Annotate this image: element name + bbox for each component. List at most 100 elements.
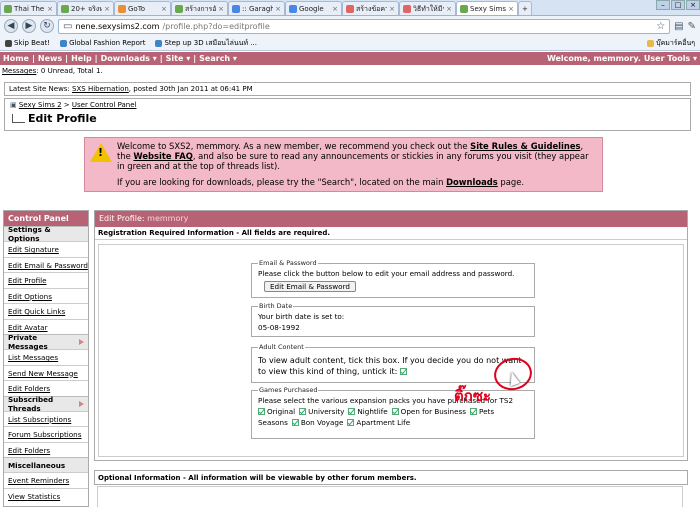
welcome-text-d: If you are looking for downloads, please… (117, 177, 447, 187)
tab-close-icon[interactable]: × (332, 5, 338, 13)
browser-tab[interactable]: Google × (285, 1, 342, 15)
browser-tab[interactable]: 20+ จริงหน้า× (57, 1, 114, 15)
sidebar-section: Private Messages (4, 333, 88, 351)
website-faq-link[interactable]: Website FAQ (133, 151, 192, 161)
star-icon[interactable]: ☆ (656, 21, 665, 32)
game-checkbox[interactable] (348, 408, 356, 415)
sidebar-item[interactable]: Edit Avatar (4, 318, 88, 335)
game-option[interactable]: Nightlife (348, 407, 388, 416)
browser-tab[interactable]: สร้างข้อความ× (342, 1, 399, 15)
game-option[interactable]: Bon Voyage (291, 418, 343, 427)
tab-close-icon[interactable]: × (47, 5, 53, 13)
game-checkbox[interactable] (299, 408, 307, 415)
sidebar-item[interactable]: Send New Message (4, 364, 88, 381)
tab-close-icon[interactable]: × (161, 5, 167, 13)
forward-icon[interactable]: ▶ (22, 19, 36, 33)
new-tab-button[interactable]: + (518, 1, 532, 15)
sidebar-item[interactable]: List Subscriptions (4, 410, 88, 427)
page-menu-icon[interactable]: ▤ (674, 21, 683, 32)
nav-link[interactable]: News (38, 54, 62, 63)
tab-label: สร้างการอัตูม ฟุ๊ก (185, 4, 217, 13)
site-rules-link[interactable]: Site Rules & Guidelines (470, 141, 580, 151)
optional-info-label: Optional Information - All information w… (94, 470, 688, 485)
welcome-notice: ! Welcome to SXS2, memmory. As a new mem… (84, 137, 603, 192)
wrench-icon[interactable]: ✎ (688, 21, 696, 32)
tab-favicon-icon (118, 5, 126, 13)
messages-link[interactable]: Messages (2, 67, 36, 75)
browser-tab[interactable]: GoTo × (114, 1, 171, 15)
game-option[interactable]: University (299, 407, 344, 416)
maximize-icon[interactable]: □ (671, 0, 685, 10)
game-option[interactable]: Apartment Life (347, 418, 410, 427)
tab-label: สร้างข้อความ (356, 4, 387, 13)
sidebar-item[interactable]: Edit Profile (4, 272, 88, 288)
sidebar-item[interactable]: List Messages (4, 349, 88, 365)
messages-line: Messages: 0 Unread, Total 1. (2, 67, 103, 75)
tab-close-icon[interactable]: × (508, 5, 514, 13)
tab-close-icon[interactable]: × (446, 5, 452, 13)
games-purchased-group: Games Purchased Please select the variou… (251, 386, 535, 439)
sidebar-item[interactable]: View Statistics (4, 487, 88, 504)
reload-icon[interactable]: ↻ (40, 19, 54, 33)
tab-close-icon[interactable]: × (218, 5, 224, 13)
sidebar-item[interactable]: Edit Signature (4, 241, 88, 257)
bookmark-item[interactable]: Global Fashion Report (60, 39, 145, 47)
game-option[interactable]: Seasons (258, 418, 288, 427)
tab-close-icon[interactable]: × (389, 5, 395, 13)
news-link[interactable]: SXS Hibernation (72, 85, 129, 93)
nav-link[interactable]: Site ▾ (166, 54, 191, 63)
bookmark-favicon-icon (5, 39, 12, 47)
user-tools-menu[interactable]: User Tools ▾ (644, 54, 697, 63)
nav-link[interactable]: Home (3, 54, 29, 63)
nav-link[interactable]: Downloads ▾ (101, 54, 157, 63)
breadcrumb-user-control-panel[interactable]: User Control Panel (72, 101, 137, 109)
back-icon[interactable]: ◀ (4, 19, 18, 33)
sidebar-item[interactable]: Edit Folders (4, 441, 88, 458)
close-window-icon[interactable]: × (686, 0, 700, 10)
browser-tab[interactable]: Thai The Sim× (0, 1, 57, 15)
sidebar-item[interactable]: Edit Quick Links (4, 303, 88, 319)
minimize-icon[interactable]: – (656, 0, 670, 10)
game-checkbox[interactable] (391, 408, 399, 415)
browser-tab[interactable]: วิธีทำให้มีรหา× (399, 1, 456, 15)
tab-close-icon[interactable]: × (104, 5, 110, 13)
breadcrumb-sexy-sims[interactable]: Sexy Sims 2 (19, 101, 62, 109)
sidebar-item[interactable]: Edit Folders (4, 380, 88, 396)
bookmark-item[interactable]: Skip Beat! (5, 39, 50, 47)
edit-email-password-button[interactable]: Edit Email & Password (264, 281, 356, 292)
collapse-arrow-icon[interactable] (79, 400, 84, 407)
game-option[interactable]: Open for Business (391, 407, 466, 416)
url-bar[interactable]: ▭ nene.sexysims2.com/profile.php?do=edit… (58, 18, 671, 34)
site-nav-right: Welcome, memmory. User Tools ▾ (547, 54, 697, 63)
browser-tab[interactable]: :: Garagha× (228, 1, 285, 15)
tab-favicon-icon (232, 5, 240, 13)
tab-label: วิธีทำให้มีรหา (413, 4, 444, 13)
email-legend: Email & Password (259, 259, 317, 267)
required-info-body: Email & Password Please click the button… (98, 244, 684, 457)
news-date: , posted 30th Jan 2011 at 06:41 PM (128, 85, 253, 93)
game-option[interactable]: Pets (470, 407, 494, 416)
birth-text: Your birth date is set to: (258, 312, 345, 321)
browser-tab[interactable]: สร้างการอัตูม ฟุ๊ก× (171, 1, 228, 15)
tab-close-icon[interactable]: × (275, 5, 281, 13)
folder-small-icon: ▣ (10, 101, 17, 109)
game-label: Nightlife (357, 407, 388, 416)
game-option[interactable]: Original (258, 407, 295, 416)
sidebar-item[interactable]: Forum Subscriptions (4, 426, 88, 442)
nav-link[interactable]: Help (71, 54, 92, 63)
game-checkbox[interactable] (470, 408, 478, 415)
collapse-arrow-icon[interactable] (79, 339, 84, 345)
other-bookmarks[interactable]: บุ๊คมาร์คอื่นๆ (647, 38, 695, 49)
sidebar-item[interactable]: Event Reminders (4, 472, 88, 488)
bookmark-favicon-icon (155, 39, 163, 47)
nav-link[interactable]: Search ▾ (199, 54, 237, 63)
sidebar-item[interactable]: Edit Options (4, 287, 88, 304)
adult-content-checkbox[interactable] (399, 368, 407, 375)
downloads-link[interactable]: Downloads (446, 177, 498, 187)
bookmark-item[interactable]: Step up 3D เสมือนไล่นนท์ ... (155, 38, 257, 49)
game-checkbox[interactable] (347, 419, 355, 426)
game-checkbox[interactable] (258, 408, 265, 415)
game-checkbox[interactable] (291, 419, 299, 426)
sidebar-item[interactable]: Edit Email & Password (4, 256, 88, 273)
browser-tab[interactable]: Sexy Sims 2× (456, 1, 518, 15)
